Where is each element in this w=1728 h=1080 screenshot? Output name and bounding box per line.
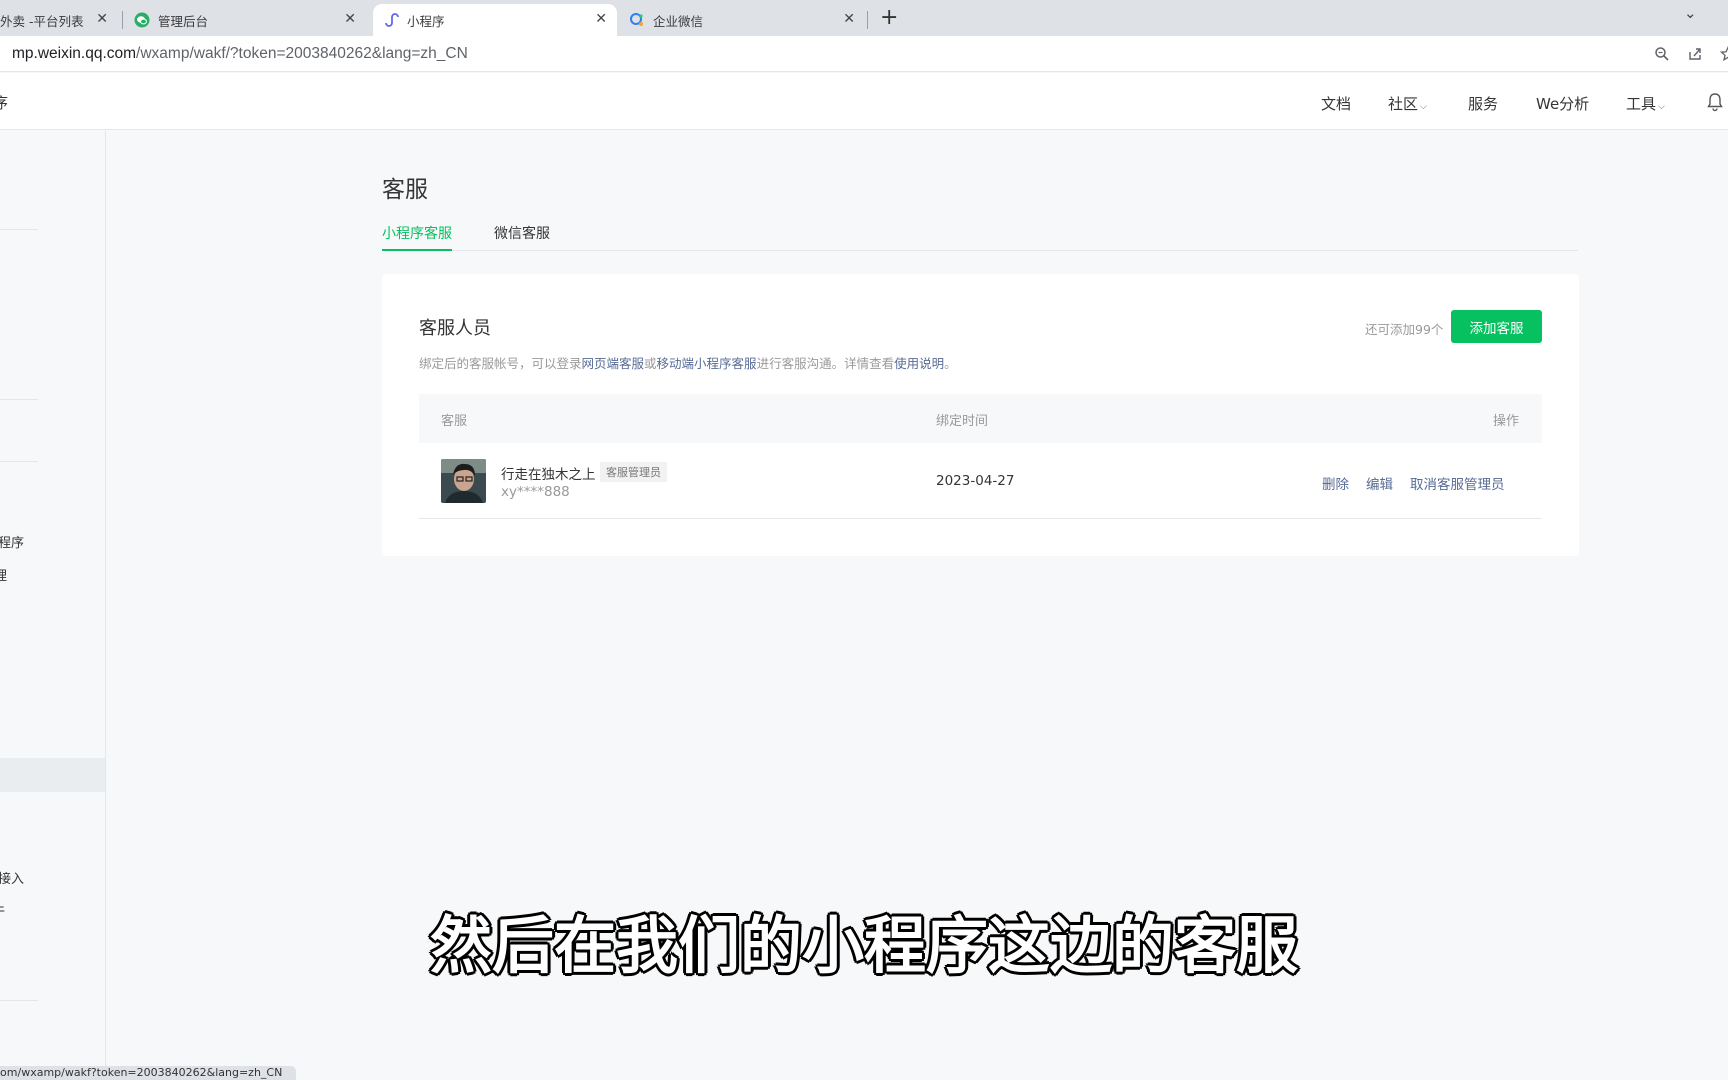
nav-services[interactable]: 服务	[1468, 93, 1498, 114]
url-host: mp.weixin.qq.com	[12, 45, 137, 62]
card-title: 客服人员	[419, 318, 491, 339]
sidebar-item-label[interactable]: 理	[0, 565, 7, 584]
add-service-button[interactable]: 添加客服	[1451, 310, 1542, 343]
sidebar-divider	[0, 461, 38, 462]
site-header: 序 文档 社区 ⌵ 服务 We分析 工具 ⌵	[0, 73, 1728, 130]
browser-tab-admin[interactable]: 管理后台 ✕	[134, 4, 366, 36]
nav-docs[interactable]: 文档	[1321, 93, 1351, 114]
status-url: com/wxamp/wakf?token=2003840262&lang=zh_…	[0, 1066, 283, 1079]
close-icon[interactable]: ✕	[595, 11, 607, 27]
browser-tab-bar: 外卖 -平台列表 ✕ 管理后台 ✕ 小程序 ✕ 企业微信 ✕ + ⌄	[0, 0, 1728, 36]
service-staff-card: 客服人员 绑定后的客服帐号，可以登录网页端客服或移动端小程序客服进行客服沟通。详…	[382, 274, 1579, 556]
web-service-link[interactable]: 网页端客服	[582, 356, 645, 371]
tab-divider	[122, 11, 123, 29]
url-path: /wxamp/wakf/?token=2003840262&lang=zh_CN	[136, 45, 468, 62]
page-title: 客服	[382, 177, 428, 203]
usage-guide-link[interactable]: 使用说明	[894, 356, 944, 371]
revoke-admin-button[interactable]: 取消客服管理员	[1410, 473, 1505, 493]
browser-tab-takeout[interactable]: 外卖 -平台列表 ✕	[0, 4, 118, 36]
staff-account: xy****888	[501, 484, 570, 500]
desc-text: 绑定后的客服帐号，可以登录	[419, 356, 582, 371]
mobile-service-link[interactable]: 移动端小程序客服	[657, 356, 757, 371]
brand-name[interactable]: 序	[0, 92, 8, 113]
close-icon[interactable]: ✕	[843, 11, 855, 27]
video-subtitle: 然后在我们的小程序这边的客服	[429, 909, 1298, 982]
column-header-staff: 客服	[441, 414, 468, 429]
tab-title: 管理后台	[158, 13, 209, 29]
nav-label: 工具	[1626, 95, 1657, 113]
edit-button[interactable]: 编辑	[1366, 473, 1393, 493]
tab-divider	[867, 11, 868, 29]
chevron-down-icon: ⌵	[1658, 102, 1665, 112]
column-header-bind-time: 绑定时间	[936, 414, 989, 429]
desc-text: 进行客服沟通。详情查看	[756, 356, 895, 371]
tab-miniprogram-service[interactable]: 小程序客服	[382, 223, 452, 251]
status-url-bar: com/wxamp/wakf?token=2003840262&lang=zh_…	[0, 1066, 297, 1080]
browser-tab-wecom[interactable]: 企业微信 ✕	[621, 4, 865, 36]
sidebar-divider	[0, 399, 38, 400]
share-icon[interactable]	[1687, 46, 1703, 62]
nav-label: 文档	[1321, 95, 1352, 113]
nav-we-analytics[interactable]: We分析	[1536, 93, 1589, 114]
nav-tools[interactable]: 工具 ⌵	[1626, 93, 1665, 114]
staff-nickname: 行走在独木之上	[501, 467, 596, 483]
table-row: 行走在独木之上 客服管理员 xy****888 2023-04-27 删除 编辑…	[419, 443, 1542, 519]
bind-date: 2023-04-27	[936, 473, 1015, 489]
tab-title: 小程序	[407, 13, 445, 29]
desc-text: 或	[644, 356, 657, 371]
sidebar-divider	[0, 229, 38, 230]
service-tabs: 小程序客服 微信客服	[382, 223, 1578, 251]
nav-label: 社区	[1388, 95, 1419, 113]
url-text[interactable]: mp.weixin.qq.com/wxamp/wakf/?token=20038…	[12, 45, 468, 63]
desc-text: 。	[944, 356, 957, 371]
sidebar-item-label[interactable]: 接入	[0, 868, 24, 887]
sidebar-item-active[interactable]	[0, 758, 105, 792]
address-bar[interactable]: mp.weixin.qq.com/wxamp/wakf/?token=20038…	[0, 36, 1728, 72]
bell-icon[interactable]	[1706, 92, 1724, 116]
delete-button[interactable]: 删除	[1322, 473, 1349, 493]
nav-label: 服务	[1468, 95, 1499, 113]
avatar	[441, 459, 486, 503]
role-badge: 客服管理员	[600, 462, 667, 482]
chevron-down-icon: ⌵	[1420, 102, 1427, 112]
nav-label: We分析	[1536, 95, 1590, 113]
column-header-actions: 操作	[1493, 414, 1520, 429]
tab-wechat-service[interactable]: 微信客服	[494, 223, 550, 251]
wechat-icon	[134, 12, 150, 28]
service-staff-table: 客服 绑定时间 操作 行走在独木之上 客服管理员 xy****888 2023-…	[419, 394, 1542, 519]
browser-tab-miniprogram[interactable]: 小程序 ✕	[373, 4, 617, 36]
zoom-icon[interactable]	[1654, 46, 1670, 62]
miniprogram-icon	[383, 12, 399, 28]
bookmark-star-icon[interactable]	[1719, 45, 1728, 62]
sidebar-divider	[0, 1000, 38, 1001]
close-icon[interactable]: ✕	[96, 11, 108, 27]
close-icon[interactable]: ✕	[344, 11, 356, 27]
nav-community[interactable]: 社区 ⌵	[1388, 93, 1427, 114]
new-tab-button[interactable]: +	[880, 5, 898, 30]
remaining-count: 还可添加99个	[1365, 322, 1444, 337]
tab-title: 企业微信	[653, 13, 704, 29]
card-description: 绑定后的客服帐号，可以登录网页端客服或移动端小程序客服进行客服沟通。详情查看使用…	[419, 353, 957, 372]
tab-title: 外卖 -平台列表	[0, 13, 84, 29]
sidebar-item-label[interactable]: 程序	[0, 532, 24, 551]
wecom-icon	[629, 12, 645, 28]
table-header: 客服 绑定时间 操作	[419, 394, 1542, 443]
tab-search-chevron-icon[interactable]: ⌄	[1684, 4, 1697, 22]
